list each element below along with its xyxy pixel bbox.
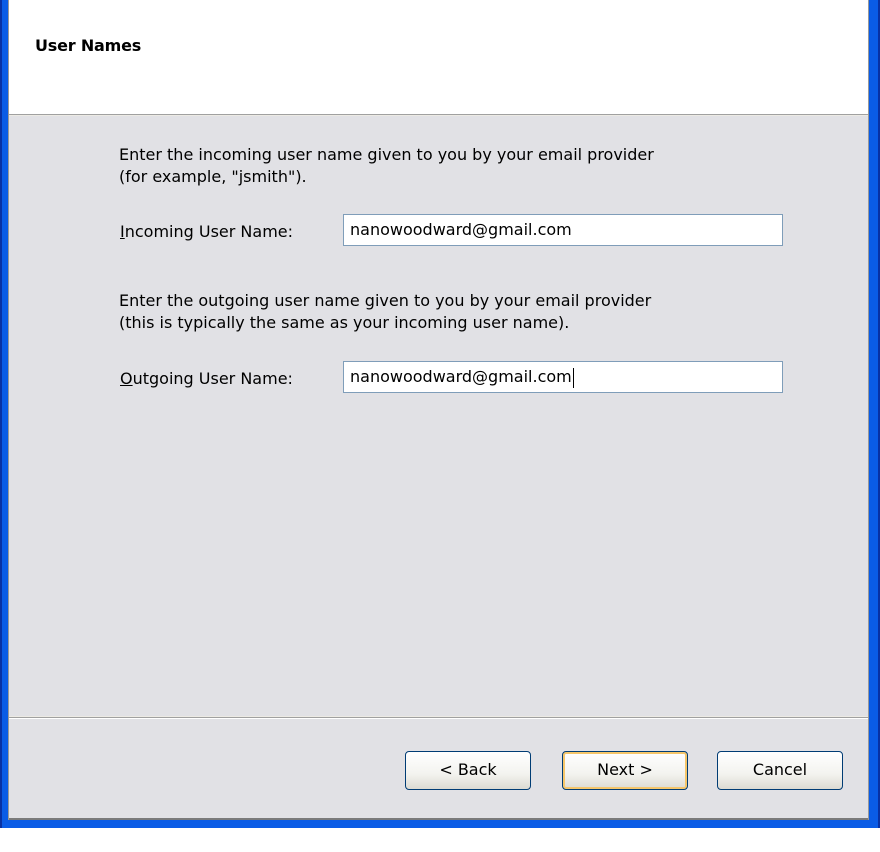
incoming-user-name-input[interactable]: nanowoodward@gmail.com — [343, 214, 783, 246]
outgoing-label-text: utgoing User Name: — [132, 369, 293, 388]
screen: ✕ User Names Enter the incoming user nam… — [0, 0, 880, 852]
wizard-footer: < Back Next > Cancel — [9, 719, 868, 820]
outgoing-description-line2: (this is typically the same as your inco… — [119, 313, 570, 332]
incoming-description-line1: Enter the incoming user name given to yo… — [119, 145, 654, 164]
wizard-dialog: User Names Enter the incoming user name … — [8, 0, 869, 820]
incoming-description: Enter the incoming user name given to yo… — [119, 144, 654, 188]
wizard-content: Enter the incoming user name given to yo… — [9, 116, 868, 716]
outgoing-user-name-value: nanowoodward@gmail.com — [350, 367, 572, 386]
back-button[interactable]: < Back — [405, 751, 531, 790]
incoming-user-name-value: nanowoodward@gmail.com — [350, 220, 572, 239]
wizard-header: User Names — [9, 0, 868, 115]
outgoing-user-name-label: Outgoing User Name: — [120, 369, 293, 388]
outgoing-description: Enter the outgoing user name given to yo… — [119, 290, 651, 334]
incoming-label-text: ncoming User Name: — [124, 222, 294, 241]
cancel-button[interactable]: Cancel — [717, 751, 843, 790]
outgoing-user-name-input[interactable]: nanowoodward@gmail.com — [343, 361, 783, 393]
page-title: User Names — [35, 36, 142, 55]
incoming-description-line2: (for example, "jsmith"). — [119, 167, 307, 186]
incoming-user-name-label: Incoming User Name: — [120, 222, 293, 241]
outgoing-description-line1: Enter the outgoing user name given to yo… — [119, 291, 652, 310]
outgoing-label-mnemonic: O — [120, 369, 133, 388]
next-button[interactable]: Next > — [562, 751, 688, 790]
text-caret — [572, 367, 574, 388]
